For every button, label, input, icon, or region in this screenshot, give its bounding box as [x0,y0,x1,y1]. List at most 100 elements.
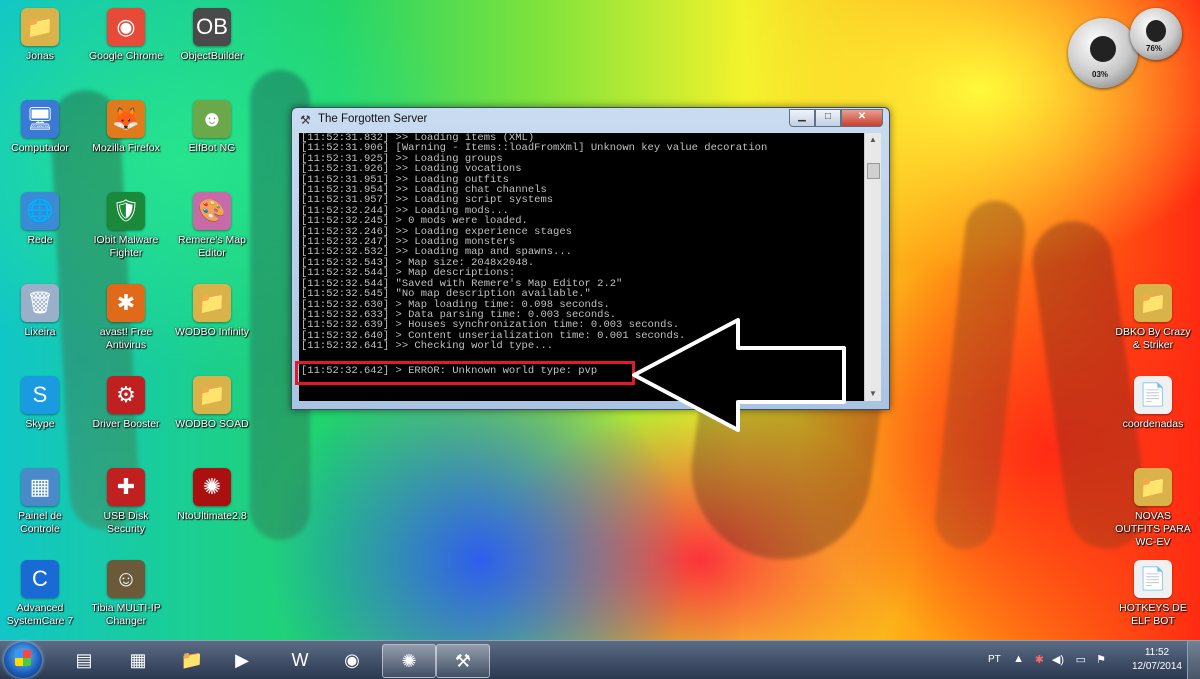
close-button[interactable]: ✕ [841,109,883,127]
desktop-icon-label: WODBO Infinity [174,326,250,338]
desktop-icon-label: IObit Malware Fighter [93,234,159,259]
language-indicator[interactable]: PT [988,654,1001,665]
tray-expand-icon[interactable]: ▲ [1013,653,1024,665]
lixeira-icon[interactable]: 🗑 Lixeira [0,284,80,339]
desktop-icon-label: Driver Booster [92,418,160,430]
advanced-systemcare-shortcut-icon: C [21,560,59,598]
ntoultimate-shortcut-icon: ✺ [193,468,231,506]
iobit-malware-fighter-shortcut-icon: 🛡 [107,192,145,230]
usb-disk-security-shortcut[interactable]: ✚ USB Disk Security [86,468,166,536]
windows-logo-icon [15,650,31,666]
novas-outfits-folder-icon: 📁 [1134,468,1172,506]
desktop-icon-label: Skype [25,418,55,430]
objectbuilder-shortcut-icon: OB [193,8,231,46]
memory-dial: 76% [1130,8,1182,60]
wodbo-soad-folder-icon: 📁 [193,376,231,414]
avast-free-antivirus-shortcut[interactable]: ✱ avast! Free Antivirus [86,284,166,352]
taskbar-forgotten-server[interactable]: ⚒ [436,644,490,678]
jonas-folder[interactable]: 📁 Jonas [0,8,80,63]
google-chrome-shortcut[interactable]: ◉ Google Chrome [86,8,166,63]
painel-de-controle-icon-icon: ▦ [21,468,59,506]
desktop-icon-label: DBKO By Crazy & Striker [1115,326,1191,351]
rede-icon[interactable]: 🌐 Rede [0,192,80,247]
scroll-down-icon[interactable]: ▼ [865,387,881,401]
taskbar: ▤ ▦ 📁 ▶ W ◉ ✺ ⚒ PT ▲ ✱ ◀) ▭ ⚑ 11:52 12/07/2014 [0,640,1200,679]
window-titlebar[interactable]: ⚒ The Forgotten Server ▁ □ ✕ [292,108,889,132]
lixeira-icon-icon: 🗑 [21,284,59,322]
rede-icon-icon: 🌐 [21,192,59,230]
taskbar-media-player[interactable]: ▶ [216,644,268,676]
computador-icon[interactable]: 🖥 Computador [0,100,80,155]
mozilla-firefox-shortcut-icon: 🦊 [107,100,145,138]
taskbar-word[interactable]: W [274,644,326,676]
wodbo-infinity-folder[interactable]: 📁 WODBO Infinity [172,284,252,339]
driver-booster-shortcut[interactable]: ⚙ Driver Booster [86,376,166,431]
elfbot-ng-shortcut-icon: ☻ [193,100,231,138]
desktop-icon-label: USB Disk Security [103,510,149,535]
volume-icon[interactable]: ◀) [1052,653,1064,666]
app-icon: ⚒ [300,113,311,127]
computador-icon-icon: 🖥 [21,100,59,138]
driver-booster-shortcut-icon: ⚙ [107,376,145,414]
scroll-up-icon[interactable]: ▲ [865,133,881,147]
usb-disk-security-shortcut-icon: ✚ [107,468,145,506]
wodbo-soad-folder[interactable]: 📁 WODBO SOAD [172,376,252,431]
desktop-icon-label: Lixeira [24,326,56,338]
google-chrome-shortcut-icon: ◉ [107,8,145,46]
desktop-icon-label: Jonas [25,50,55,62]
cpu-percent: 03% [1092,70,1109,79]
painel-de-controle-icon[interactable]: ▦ Painel de Controle [0,468,80,536]
cpu-meter-gadget[interactable]: 03% 76% [1068,8,1196,90]
desktop-icon-label: Painel de Controle [18,510,62,535]
desktop-icon-label: WODBO SOAD [175,418,249,430]
dbko-folder[interactable]: 📁 DBKO By Crazy & Striker [1113,284,1193,352]
objectbuilder-shortcut[interactable]: OB ObjectBuilder [172,8,252,63]
show-desktop-button[interactable] [1187,641,1200,679]
desktop-icon-label: NtoUltimate2.8 [177,510,247,522]
avast-tray-icon[interactable]: ✱ [1035,653,1044,666]
tibia-multi-ip-changer-shortcut-icon: ☺ [107,560,145,598]
action-center-flag-icon[interactable]: ⚑ [1096,653,1106,666]
taskbar-control-panel[interactable]: ▦ [112,644,164,676]
console-scrollbar[interactable]: ▲ ▼ [864,133,881,401]
avast-free-antivirus-shortcut-icon: ✱ [107,284,145,322]
clock[interactable]: 11:52 12/07/2014 [1132,646,1182,674]
remeres-map-editor-shortcut-icon: 🎨 [193,192,231,230]
clock-date: 12/07/2014 [1131,661,1182,672]
skype-shortcut-icon: S [21,376,59,414]
hotkeys-file-icon: 📄 [1134,560,1172,598]
desktop-icon-label: Remere's Map Editor [178,234,246,259]
dbko-folder-icon: 📁 [1134,284,1172,322]
skype-shortcut[interactable]: S Skype [0,376,80,431]
elfbot-ng-shortcut[interactable]: ☻ ElfBot NG [172,100,252,155]
desktop-icon-label: NOVAS OUTFITS PARA WC-EV [1115,510,1191,548]
coordenadas-file[interactable]: 📄 coordenadas [1113,376,1193,431]
minimize-button[interactable]: ▁ [789,109,815,127]
desktop-icon-label: Computador [11,142,69,154]
console-line: [11:52:32.545] "No map description avail… [301,288,591,301]
taskbar-chrome[interactable]: ◉ [326,644,378,676]
taskbar-task-manager[interactable]: ▤ [58,644,110,676]
hotkeys-file[interactable]: 📄 HOTKEYS DE ELF BOT [1113,560,1193,628]
scroll-thumb[interactable] [867,163,880,179]
iobit-malware-fighter-shortcut[interactable]: 🛡 IObit Malware Fighter [86,192,166,260]
desktop-icon-label: ElfBot NG [188,142,236,154]
remeres-map-editor-shortcut[interactable]: 🎨 Remere's Map Editor [172,192,252,260]
maximize-button[interactable]: □ [815,109,841,127]
taskbar-ntoultimate[interactable]: ✺ [382,644,436,678]
jonas-folder-icon: 📁 [21,8,59,46]
desktop-icon-label: Tibia MULTI-IP Changer [91,602,161,627]
advanced-systemcare-shortcut[interactable]: C Advanced SystemCare 7 [0,560,80,628]
pointing-arrow-icon [632,318,846,432]
novas-outfits-folder[interactable]: 📁 NOVAS OUTFITS PARA WC-EV [1113,468,1193,549]
network-icon[interactable]: ▭ [1076,653,1086,666]
desktop-icon-label: Advanced SystemCare 7 [6,602,74,627]
start-button[interactable] [4,642,42,678]
desktop-icon-label: HOTKEYS DE ELF BOT [1119,602,1187,627]
wodbo-infinity-folder-icon: 📁 [193,284,231,322]
mozilla-firefox-shortcut[interactable]: 🦊 Mozilla Firefox [86,100,166,155]
window-title: The Forgotten Server [318,113,428,125]
taskbar-explorer[interactable]: 📁 [166,644,218,676]
ntoultimate-shortcut[interactable]: ✺ NtoUltimate2.8 [172,468,252,523]
tibia-multi-ip-changer-shortcut[interactable]: ☺ Tibia MULTI-IP Changer [86,560,166,628]
